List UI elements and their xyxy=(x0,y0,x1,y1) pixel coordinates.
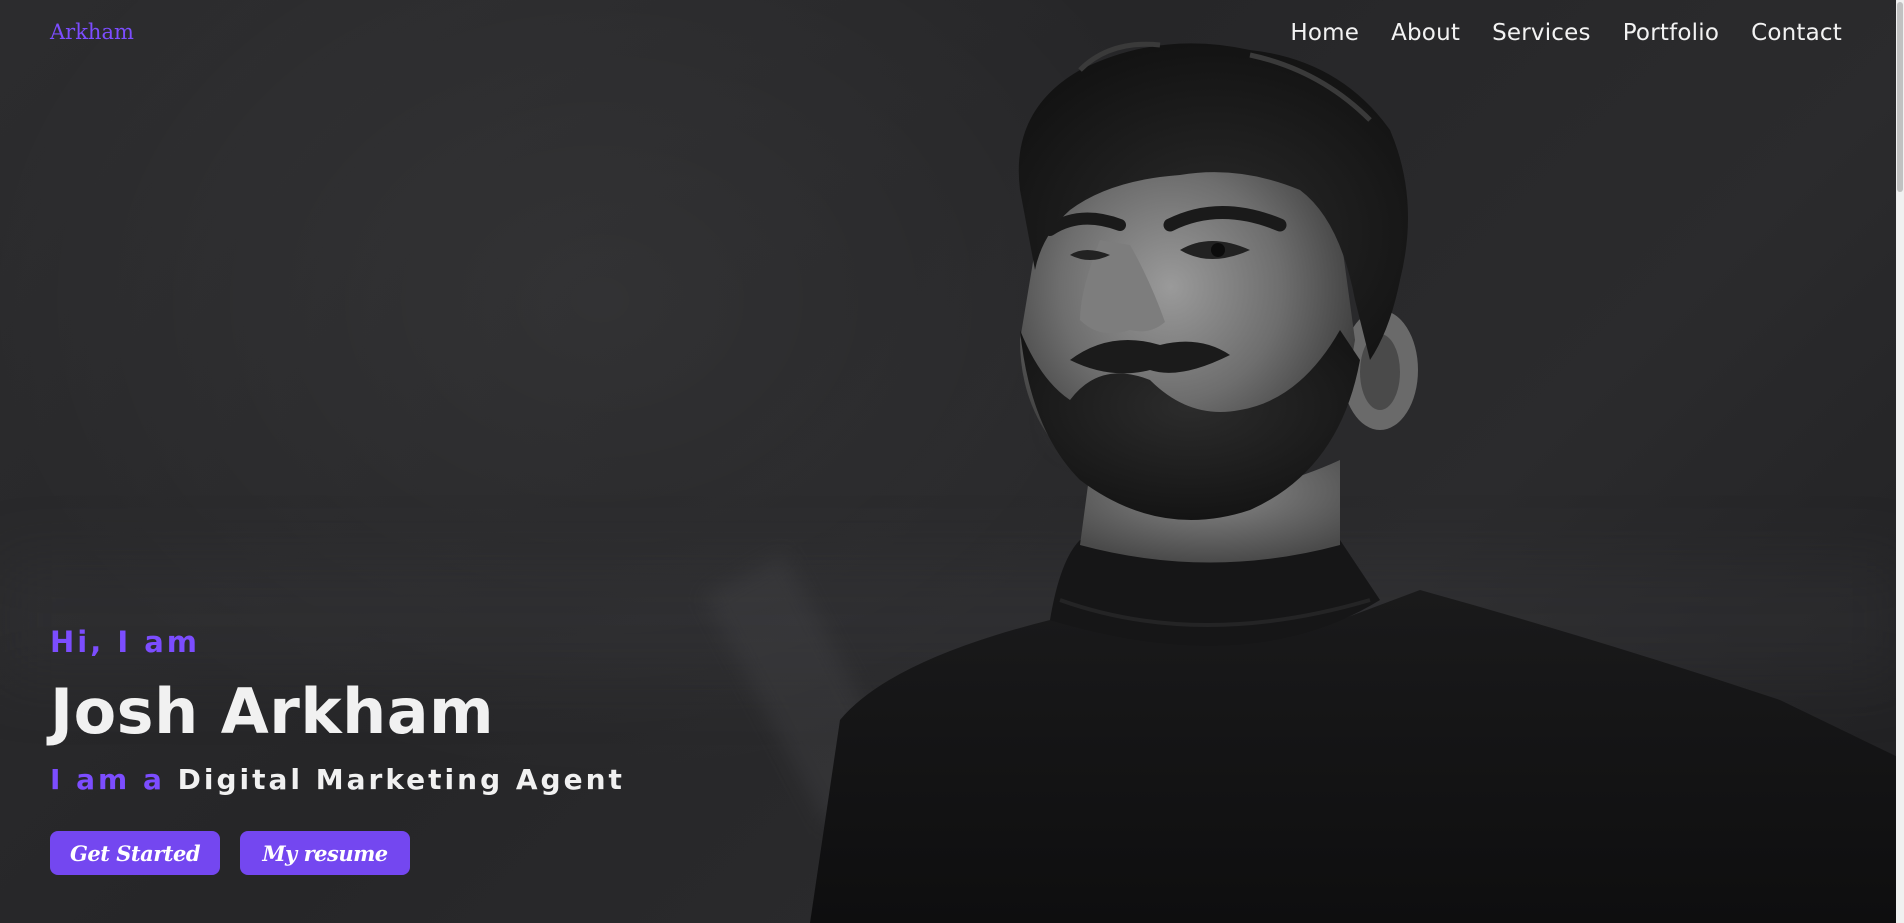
page-scrollbar[interactable] xyxy=(1896,0,1904,923)
nav-item-portfolio: Portfolio xyxy=(1623,20,1719,46)
nav-link-home[interactable]: Home xyxy=(1290,20,1359,46)
nav-item-contact: Contact xyxy=(1751,20,1842,46)
nav-link-portfolio[interactable]: Portfolio xyxy=(1623,20,1719,46)
hero-name: Josh Arkham xyxy=(50,675,495,748)
nav-link-contact[interactable]: Contact xyxy=(1751,20,1842,46)
nav-item-home: Home xyxy=(1290,20,1359,46)
scrollbar-thumb[interactable] xyxy=(1897,2,1903,192)
hero-role-prefix: I am a xyxy=(50,763,178,796)
nav-link-about[interactable]: About xyxy=(1391,20,1460,46)
hero-intro: Hi, I am Josh Arkham I am a Digital Mark… xyxy=(50,625,625,875)
nav-item-services: Services xyxy=(1492,20,1591,46)
my-resume-button[interactable]: My resume xyxy=(240,831,410,875)
nav-item-about: About xyxy=(1391,20,1460,46)
hero-page: Arkham Home About Services Portfolio Con… xyxy=(0,0,1904,923)
nav-menu: Home About Services Portfolio Contact xyxy=(1290,20,1842,46)
top-navigation: Arkham Home About Services Portfolio Con… xyxy=(0,0,1904,70)
get-started-button[interactable]: Get Started xyxy=(50,831,220,875)
nav-link-services[interactable]: Services xyxy=(1492,20,1591,46)
hero-role: Digital Marketing Agent xyxy=(177,763,625,796)
hero-role-line: I am a Digital Marketing Agent xyxy=(50,763,625,803)
hero-greeting: Hi, I am xyxy=(50,625,200,659)
hero-buttons: Get Started My resume xyxy=(50,831,625,875)
site-logo[interactable]: Arkham xyxy=(50,20,134,44)
hero-portrait-image xyxy=(810,41,1904,923)
